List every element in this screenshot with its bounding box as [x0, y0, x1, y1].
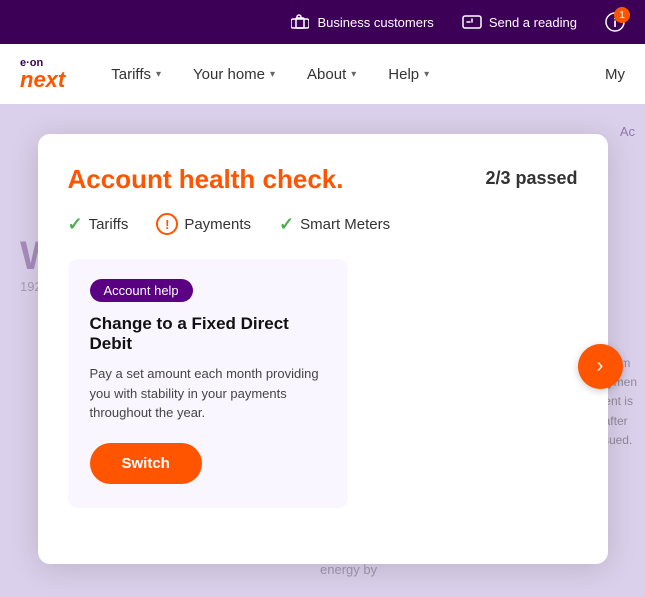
nav-help-label: Help — [388, 66, 419, 83]
nav-tariffs-label: Tariffs — [111, 66, 151, 83]
about-chevron-icon: ▾ — [351, 69, 356, 80]
nav-help[interactable]: Help ▾ — [372, 44, 445, 104]
smart-meters-check-icon: ✓ — [279, 214, 294, 235]
health-check-modal: Account health check. 2/3 passed ✓ Tarif… — [38, 134, 608, 564]
next-arrow-button[interactable]: › — [578, 344, 623, 389]
card-title: Change to a Fixed Direct Debit — [90, 314, 326, 354]
modal-title: Account health check. — [68, 164, 344, 195]
briefcase-icon — [290, 12, 310, 32]
modal-header: Account health check. 2/3 passed — [68, 164, 578, 195]
logo-next: next — [20, 69, 65, 91]
nav-my-label: My — [605, 66, 625, 83]
nav-my[interactable]: My — [605, 66, 625, 83]
card-description: Pay a set amount each month providing yo… — [90, 364, 326, 423]
account-help-badge: Account help — [90, 279, 193, 302]
nav-tariffs[interactable]: Tariffs ▾ — [95, 44, 177, 104]
notification-badge: 1 — [614, 7, 630, 23]
switch-button[interactable]: Switch — [90, 443, 202, 484]
business-customers-label: Business customers — [317, 15, 433, 30]
check-items: ✓ Tariffs ! Payments ✓ Smart Meters — [68, 213, 578, 235]
notification-link[interactable]: i 1 — [605, 12, 625, 32]
meter-icon — [462, 12, 482, 32]
account-help-card: Account help Change to a Fixed Direct De… — [68, 259, 348, 508]
top-bar: Business customers Send a reading i 1 — [0, 0, 645, 44]
next-arrow-icon: › — [597, 355, 604, 378]
payments-warn-icon: ! — [156, 213, 178, 235]
logo[interactable]: e·on next — [20, 58, 65, 91]
nav-items: Tariffs ▾ Your home ▾ About ▾ Help ▾ — [95, 44, 605, 104]
modal-score: 2/3 passed — [485, 168, 577, 189]
tariffs-chevron-icon: ▾ — [156, 69, 161, 80]
nav-about-label: About — [307, 66, 346, 83]
notification-icon-wrap: i 1 — [605, 12, 625, 32]
modal-overlay: Account health check. 2/3 passed ✓ Tarif… — [0, 104, 645, 597]
tariffs-check-icon: ✓ — [68, 214, 83, 235]
check-smart-meters: ✓ Smart Meters — [279, 214, 390, 235]
smart-meters-check-label: Smart Meters — [300, 216, 390, 233]
nav-about[interactable]: About ▾ — [291, 44, 372, 104]
nav-your-home[interactable]: Your home ▾ — [177, 44, 291, 104]
your-home-chevron-icon: ▾ — [270, 69, 275, 80]
send-reading-label: Send a reading — [489, 15, 577, 30]
help-chevron-icon: ▾ — [424, 69, 429, 80]
nav-bar: e·on next Tariffs ▾ Your home ▾ About ▾ … — [0, 44, 645, 104]
check-tariffs: ✓ Tariffs — [68, 214, 129, 235]
tariffs-check-label: Tariffs — [89, 216, 129, 233]
nav-your-home-label: Your home — [193, 66, 265, 83]
payments-check-label: Payments — [184, 216, 251, 233]
send-reading-link[interactable]: Send a reading — [462, 12, 577, 32]
business-customers-link[interactable]: Business customers — [290, 12, 433, 32]
check-payments: ! Payments — [156, 213, 251, 235]
